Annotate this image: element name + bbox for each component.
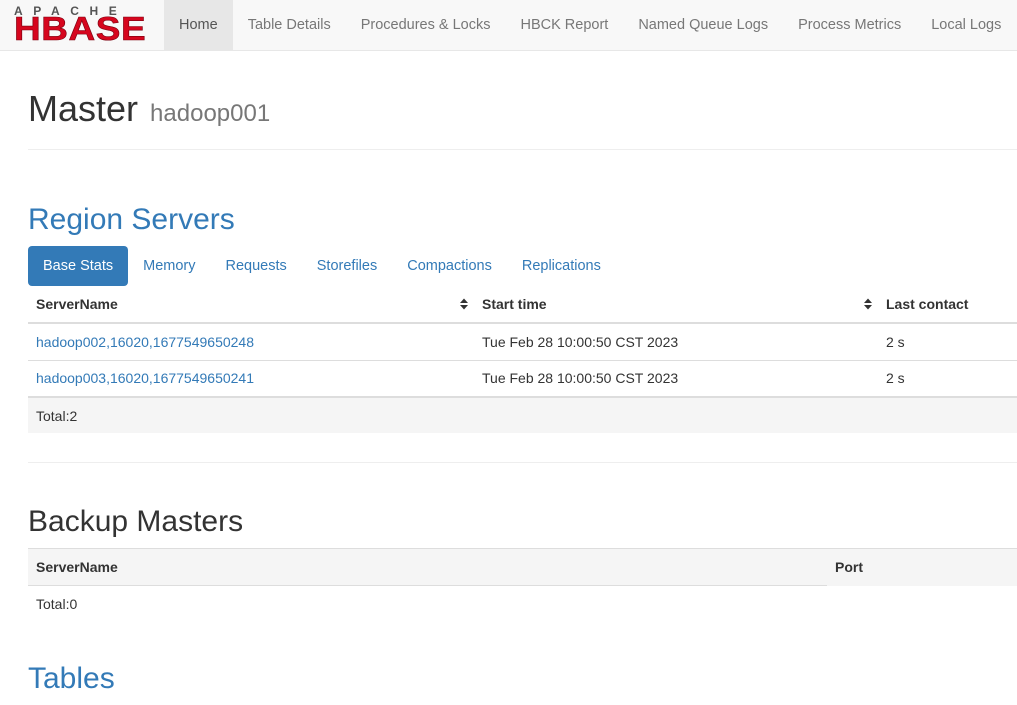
section-divider: [28, 462, 1017, 463]
master-hostname: hadoop001: [150, 100, 271, 127]
column-header-servername[interactable]: ServerName: [28, 286, 474, 323]
column-header-start-time[interactable]: Start time: [474, 286, 878, 323]
column-header-port: Port: [835, 559, 863, 576]
backup-masters-total: Total:0: [36, 596, 78, 613]
logo-hbase-text: HBASE: [14, 10, 147, 47]
nav-item-local-logs[interactable]: Local Logs: [916, 0, 1016, 50]
region-servers-tabs: Base Stats Memory Requests Storefiles Co…: [28, 246, 1017, 286]
page-title-text: Master: [28, 88, 139, 129]
top-navbar: APACHE HBASE Home Table Details Procedur…: [0, 0, 1017, 51]
tab-memory[interactable]: Memory: [128, 246, 210, 286]
tab-base-stats[interactable]: Base Stats: [28, 246, 129, 286]
region-servers-title[interactable]: Region Servers: [28, 203, 1017, 237]
region-servers-section: Region Servers Base Stats Memory Request…: [28, 203, 1017, 433]
table-row: hadoop003,16020,1677549650241 Tue Feb 28…: [28, 360, 1017, 397]
region-servers-table: ServerName Start time Last contact hadoo…: [28, 286, 1017, 433]
nav-item-hbck-report[interactable]: HBCK Report: [505, 0, 623, 50]
table-row: hadoop002,16020,1677549650248 Tue Feb 28…: [28, 323, 1017, 360]
column-header-start-time-label: Start time: [482, 296, 547, 312]
column-header-servername-label: ServerName: [36, 296, 118, 312]
nav-item-procedures-locks[interactable]: Procedures & Locks: [346, 0, 506, 50]
start-time-cell: Tue Feb 28 10:00:50 CST 2023: [482, 333, 679, 350]
page-header: Master hadoop001: [28, 89, 1017, 150]
start-time-cell: Tue Feb 28 10:00:50 CST 2023: [482, 370, 679, 387]
total-row: Total:0: [28, 586, 1017, 623]
hbase-logo[interactable]: APACHE HBASE: [14, 5, 151, 47]
sort-icon[interactable]: [460, 298, 468, 310]
backup-masters-title: Backup Masters: [28, 505, 244, 538]
column-header-servername: ServerName: [28, 548, 827, 586]
tables-title[interactable]: Tables: [28, 662, 1017, 696]
column-header-last-contact[interactable]: Last contact: [878, 286, 1017, 323]
backup-masters-section: Backup Masters ServerName Port Total:0: [28, 505, 1017, 623]
last-contact-cell: 2 s: [886, 370, 905, 387]
sort-icon[interactable]: [864, 298, 872, 310]
tab-replications[interactable]: Replications: [507, 246, 616, 286]
tab-requests[interactable]: Requests: [211, 246, 302, 286]
tables-section: Tables: [28, 662, 1017, 696]
backup-masters-table: ServerName Port Total:0: [28, 548, 1017, 623]
region-servers-total: Total:2: [36, 407, 78, 424]
last-contact-cell: 2 s: [886, 333, 905, 350]
page-title: Master hadoop001: [28, 89, 1017, 134]
server-link[interactable]: hadoop002,16020,1677549650248: [36, 334, 254, 350]
main-content: Master hadoop001 Region Servers Base Sta…: [28, 51, 1017, 696]
tab-compactions[interactable]: Compactions: [392, 246, 507, 286]
server-link[interactable]: hadoop003,16020,1677549650241: [36, 370, 254, 386]
nav-item-table-details[interactable]: Table Details: [233, 0, 346, 50]
column-header-last-contact-label: Last contact: [886, 296, 969, 312]
total-row: Total:2: [28, 397, 1017, 433]
nav-item-home[interactable]: Home: [164, 0, 233, 50]
nav-item-process-metrics[interactable]: Process Metrics: [783, 0, 916, 50]
nav-menu: Home Table Details Procedures & Locks HB…: [164, 0, 1017, 50]
nav-item-named-queue-logs[interactable]: Named Queue Logs: [623, 0, 783, 50]
tab-storefiles[interactable]: Storefiles: [302, 246, 392, 286]
